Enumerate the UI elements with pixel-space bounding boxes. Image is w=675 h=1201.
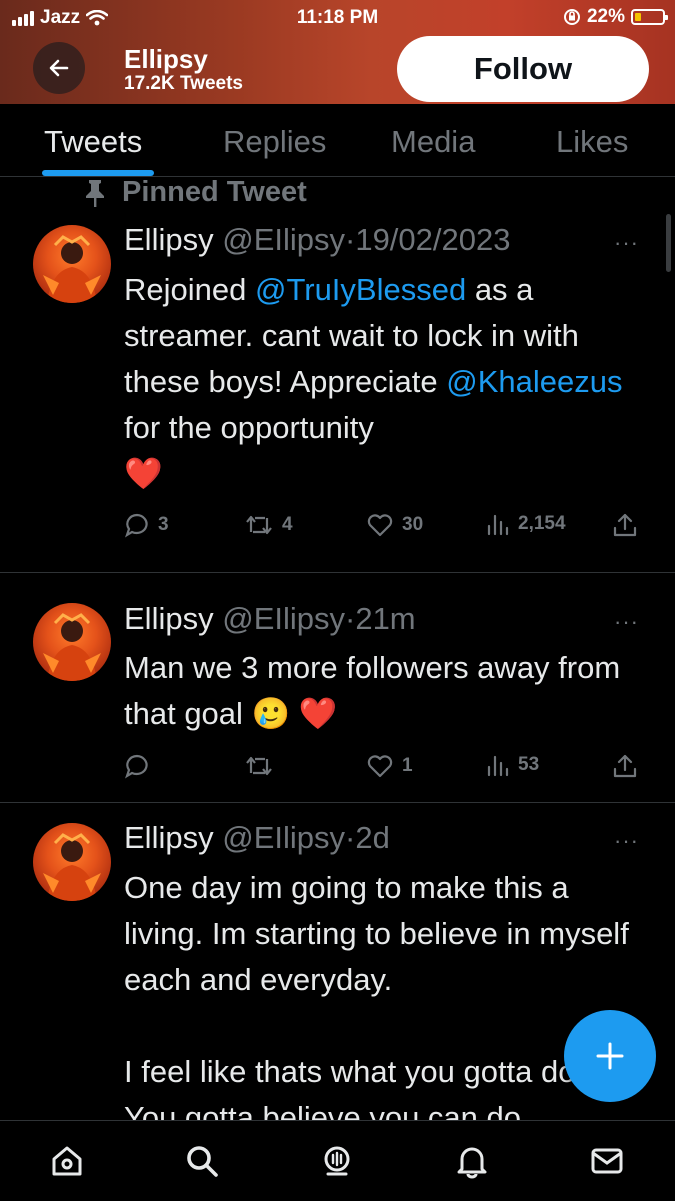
orientation-lock-icon xyxy=(563,9,580,25)
status-right: 22% xyxy=(563,6,668,28)
avatar[interactable] xyxy=(33,823,111,901)
views-icon xyxy=(487,755,509,777)
view-count: 2,154 xyxy=(518,513,566,534)
tweet-divider xyxy=(0,572,675,573)
tweet-text-part: Man we 3 more followers away from that g… xyxy=(124,650,621,731)
like-count: 1 xyxy=(402,755,413,776)
tweet-author-line: Ellipsy @EIlipsy·2d xyxy=(124,820,390,856)
author-name[interactable]: Ellipsy xyxy=(124,820,214,855)
tweet-time[interactable]: 19/02/2023 xyxy=(355,222,510,257)
views-icon xyxy=(487,514,509,536)
avatar[interactable] xyxy=(33,225,111,303)
author-name[interactable]: Ellipsy xyxy=(124,601,214,636)
arrow-left-icon xyxy=(49,59,69,77)
profile-name: Ellipsy xyxy=(124,44,208,74)
reply-button[interactable] xyxy=(124,753,158,779)
author-handle[interactable]: @EIlipsy xyxy=(222,820,345,855)
heart-emoji: ❤️ xyxy=(124,456,163,491)
share-icon xyxy=(613,513,637,537)
meta-separator: · xyxy=(345,222,356,257)
follow-button[interactable]: Follow xyxy=(397,36,649,102)
tab-likes[interactable]: Likes xyxy=(556,124,628,160)
tweet-text-part: Rejoined xyxy=(124,272,255,307)
search-icon xyxy=(187,1146,218,1177)
plus-icon xyxy=(596,1042,624,1070)
tweet-text-part: for the opportunity xyxy=(124,410,374,445)
back-button[interactable] xyxy=(33,42,85,94)
reply-button[interactable]: 3 xyxy=(124,512,169,538)
retweet-icon xyxy=(246,515,272,535)
views-button[interactable]: 2,154 xyxy=(486,512,566,536)
bottom-navigation xyxy=(0,1120,675,1201)
tweet-time[interactable]: 2d xyxy=(355,820,389,855)
nav-search[interactable] xyxy=(182,1141,222,1181)
tweet-author-line: Ellipsy @EIlipsy·19/02/2023 xyxy=(124,222,510,258)
heart-icon xyxy=(367,755,393,778)
messages-icon xyxy=(591,1148,623,1174)
profile-header-banner: Jazz 11:18 PM 22% Ellipsy 17.2K Tweets F… xyxy=(0,0,675,104)
scrollbar[interactable] xyxy=(666,214,671,272)
tweet-divider xyxy=(0,802,675,803)
author-handle[interactable]: @EIlipsy xyxy=(222,601,345,636)
profile-tabs: Tweets Replies Media Likes xyxy=(0,104,675,177)
author-name[interactable]: Ellipsy xyxy=(124,222,214,257)
battery-icon xyxy=(631,9,668,25)
share-button[interactable] xyxy=(612,512,638,538)
tab-media[interactable]: Media xyxy=(391,124,475,160)
meta-separator: · xyxy=(345,601,356,636)
tweet-actions: 1 53 xyxy=(124,753,644,783)
retweet-button[interactable]: 4 xyxy=(244,512,293,538)
more-options-icon[interactable]: ··· xyxy=(614,230,639,256)
tweet-text: One day im going to make this a living. … xyxy=(124,865,644,1120)
author-handle[interactable]: @EIlipsy xyxy=(222,222,345,257)
like-count: 30 xyxy=(402,514,424,535)
pinned-tweet-text: Pinned Tweet xyxy=(122,176,307,208)
mention-link[interactable]: @Khaleezus xyxy=(446,364,622,399)
tweet-time[interactable]: 21m xyxy=(355,601,415,636)
like-button[interactable]: 30 xyxy=(366,512,423,538)
nav-home[interactable] xyxy=(47,1141,87,1181)
home-icon xyxy=(52,1146,82,1176)
nav-spaces[interactable] xyxy=(317,1141,357,1181)
meta-separator: · xyxy=(345,820,356,855)
tab-tweets[interactable]: Tweets xyxy=(44,124,142,160)
reply-count: 3 xyxy=(158,514,169,535)
compose-tweet-button[interactable] xyxy=(564,1010,656,1102)
reply-icon xyxy=(125,513,148,538)
pinned-tweet-label: Pinned Tweet xyxy=(82,176,307,209)
nav-messages[interactable] xyxy=(587,1141,627,1181)
status-bar: Jazz 11:18 PM 22% xyxy=(0,0,675,34)
tweet-author-line: Ellipsy @EIlipsy·21m xyxy=(124,601,416,637)
tweet-emoji: 🥲 ❤️ xyxy=(251,696,338,731)
more-options-icon[interactable]: ··· xyxy=(614,609,639,635)
like-button[interactable]: 1 xyxy=(366,753,413,779)
tweet-text: Man we 3 more followers away from that g… xyxy=(124,645,644,737)
mention-link[interactable]: @TruIyBlessed xyxy=(255,272,466,307)
tweet-text: Rejoined @TruIyBlessed as a streamer. ca… xyxy=(124,267,644,497)
tab-replies[interactable]: Replies xyxy=(223,124,326,160)
avatar[interactable] xyxy=(33,603,111,681)
tweet-count: 17.2K Tweets xyxy=(124,73,243,94)
tweet-paragraph: One day im going to make this a living. … xyxy=(124,870,629,997)
views-button[interactable]: 53 xyxy=(486,753,539,777)
heart-icon xyxy=(367,514,393,537)
retweet-button[interactable] xyxy=(244,753,282,779)
share-button[interactable] xyxy=(612,753,638,779)
nav-notifications[interactable] xyxy=(452,1141,492,1181)
more-options-icon[interactable]: ··· xyxy=(614,828,639,854)
view-count: 53 xyxy=(518,754,540,775)
pin-icon xyxy=(86,179,104,207)
retweet-count: 4 xyxy=(282,514,293,535)
battery-percent: 22% xyxy=(586,6,625,27)
spaces-icon xyxy=(324,1146,350,1176)
tweet-actions: 3 4 30 2,154 xyxy=(124,512,644,542)
notifications-icon xyxy=(457,1147,487,1179)
reply-icon xyxy=(125,754,148,779)
retweet-icon xyxy=(246,756,272,776)
share-icon xyxy=(613,754,637,778)
